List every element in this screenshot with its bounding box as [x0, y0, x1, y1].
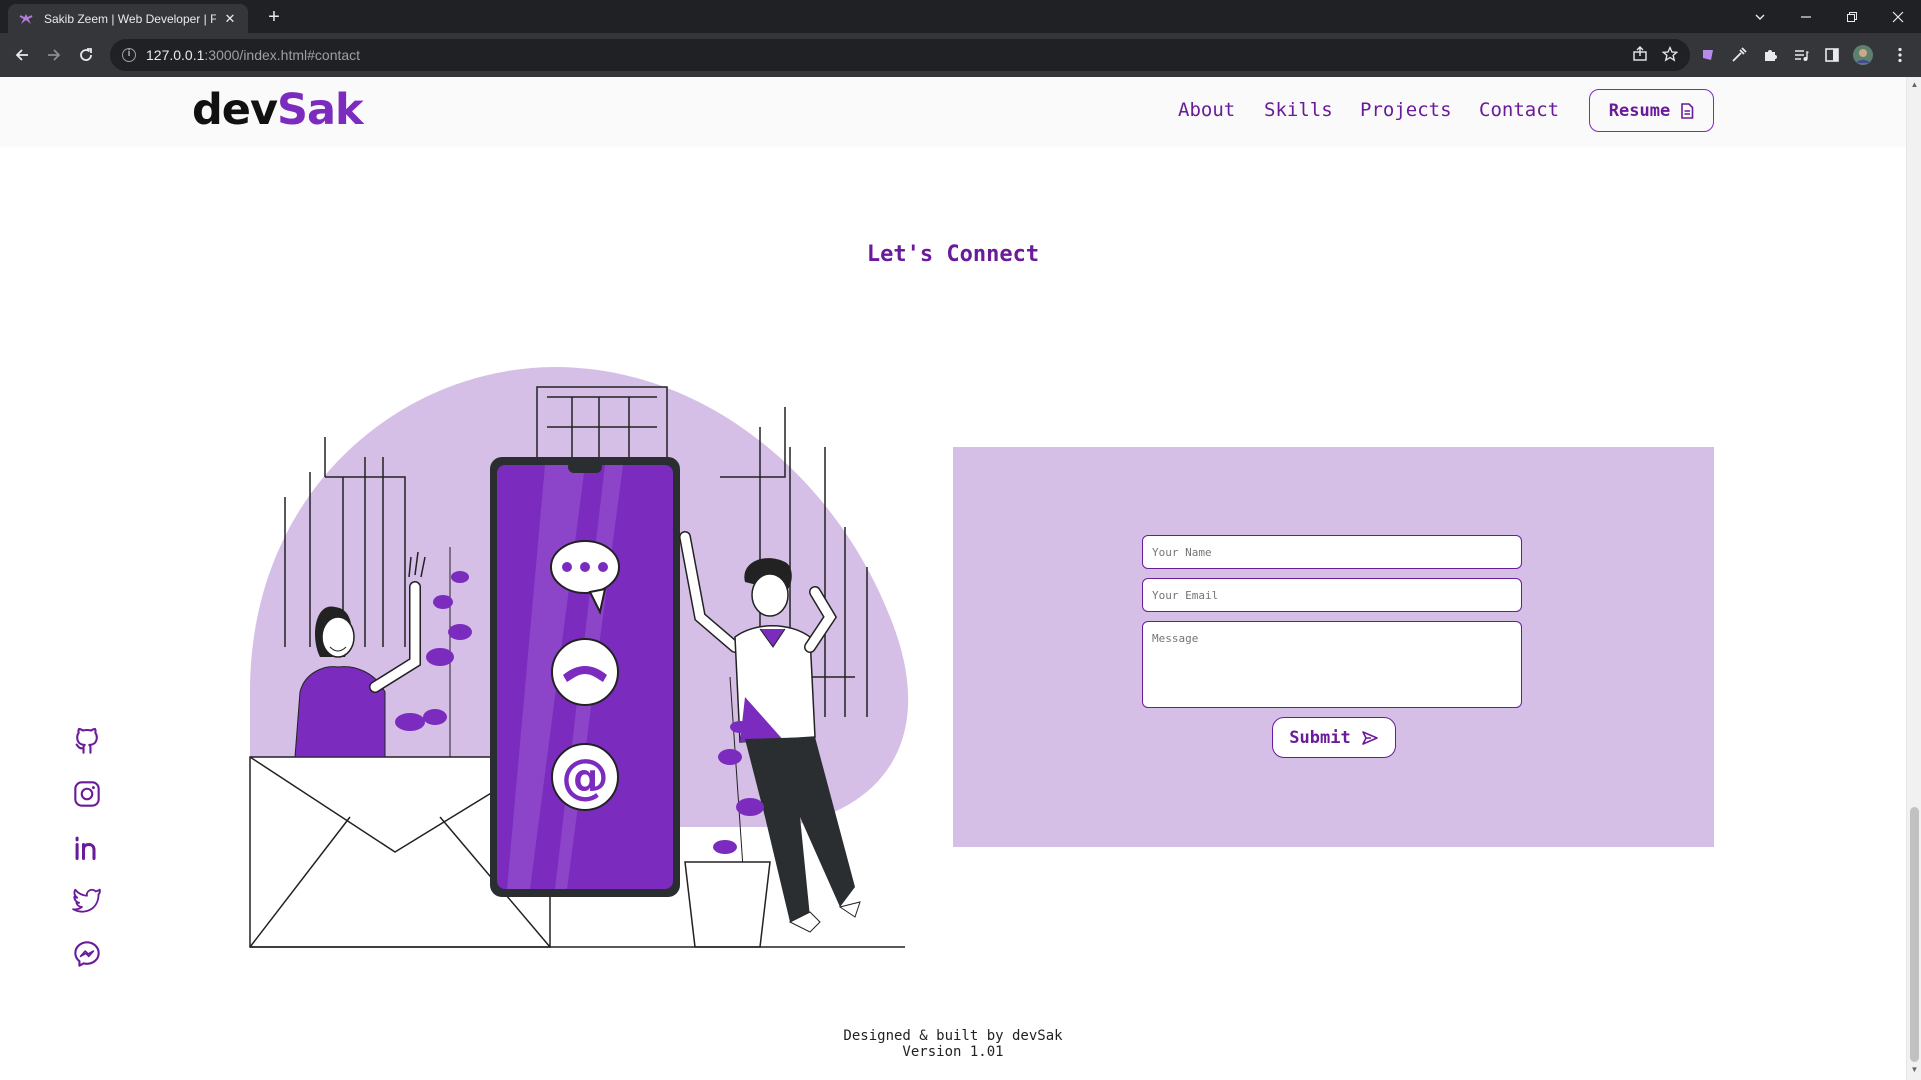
scroll-up-arrow-icon[interactable]: ▲ [1910, 80, 1919, 89]
send-icon [1361, 730, 1378, 745]
reload-icon [80, 48, 92, 61]
nav-projects[interactable]: Projects [1360, 99, 1452, 121]
resume-button[interactable]: Resume [1589, 89, 1714, 132]
submit-label: Submit [1289, 727, 1351, 748]
site-logo[interactable]: devSak [192, 85, 364, 135]
contact-illustration: @ [249, 367, 909, 948]
linkedin-icon [75, 836, 96, 861]
document-icon [1681, 102, 1694, 119]
browser-toolbar: i 127.0.0.1:3000/index.html#contact [0, 33, 1921, 77]
url-host: 127.0.0.1 [146, 47, 205, 63]
tab-title: Sakib Zeem | Web Developer | F [44, 11, 216, 26]
contact-form-card: Submit [953, 447, 1714, 847]
scrollbar-thumb[interactable] [1910, 807, 1919, 1062]
section-title: Let's Connect [866, 242, 1040, 267]
profile-avatar[interactable] [1852, 44, 1874, 66]
minimize-button[interactable] [1783, 0, 1829, 33]
url-path: :3000/index.html#contact [204, 47, 361, 63]
bookmark-star-icon[interactable] [1662, 46, 1678, 62]
browser-tab-strip: Sakib Zeem | Web Developer | F ✕ + [0, 0, 1921, 33]
close-window-button[interactable] [1875, 0, 1921, 33]
site-info-icon[interactable]: i [122, 48, 136, 62]
site-header: devSak About Skills Projects Contact Res… [0, 77, 1906, 145]
extension-purple-icon[interactable] [1697, 44, 1719, 66]
back-arrow-icon [15, 49, 28, 61]
messenger-link[interactable] [70, 937, 104, 971]
tab-close-icon[interactable]: ✕ [222, 11, 238, 27]
footer-version: Version 1.01 [902, 1044, 1004, 1060]
media-control-icon[interactable] [1790, 44, 1812, 66]
extensions-puzzle-icon[interactable] [1759, 44, 1781, 66]
linkedin-link[interactable] [70, 831, 104, 865]
reload-button[interactable] [73, 42, 99, 68]
share-icon[interactable] [1632, 46, 1648, 62]
back-button[interactable] [9, 42, 35, 68]
eyedropper-icon[interactable] [1728, 44, 1750, 66]
site-footer: Designed & built by devSak Version 1.01 [0, 1028, 1906, 1060]
github-icon [75, 727, 98, 754]
new-tab-button[interactable]: + [262, 6, 286, 30]
nav-contact[interactable]: Contact [1479, 99, 1559, 121]
forward-button[interactable] [41, 42, 67, 68]
browser-tab[interactable]: Sakib Zeem | Web Developer | F ✕ [8, 4, 248, 33]
page-scrollbar[interactable]: ▲ ▼ [1906, 77, 1921, 1080]
site-favicon-icon [19, 13, 33, 24]
tab-search-icon[interactable] [1737, 0, 1783, 33]
forward-arrow-icon [48, 49, 61, 61]
messenger-icon [74, 941, 100, 967]
twitter-icon [72, 888, 101, 913]
twitter-link[interactable] [70, 883, 104, 917]
instagram-link[interactable] [70, 777, 104, 811]
footer-credit: Designed & built by devSak [843, 1028, 1063, 1044]
side-panel-icon[interactable] [1821, 44, 1843, 66]
chrome-menu-icon[interactable] [1889, 44, 1911, 66]
message-textarea[interactable] [1142, 621, 1522, 708]
resume-label: Resume [1608, 100, 1671, 121]
github-link[interactable] [70, 723, 104, 757]
address-bar[interactable]: i 127.0.0.1:3000/index.html#contact [110, 39, 1690, 71]
submit-button[interactable]: Submit [1272, 717, 1396, 758]
nav-about[interactable]: About [1178, 99, 1235, 121]
nav-skills[interactable]: Skills [1264, 99, 1333, 121]
svg-text:@: @ [561, 749, 609, 805]
instagram-icon [74, 781, 100, 807]
scroll-down-arrow-icon[interactable]: ▼ [1910, 1065, 1919, 1074]
email-input[interactable] [1142, 578, 1522, 612]
page-viewport: devSak About Skills Projects Contact Res… [0, 77, 1921, 1080]
restore-button[interactable] [1829, 0, 1875, 33]
name-input[interactable] [1142, 535, 1522, 569]
